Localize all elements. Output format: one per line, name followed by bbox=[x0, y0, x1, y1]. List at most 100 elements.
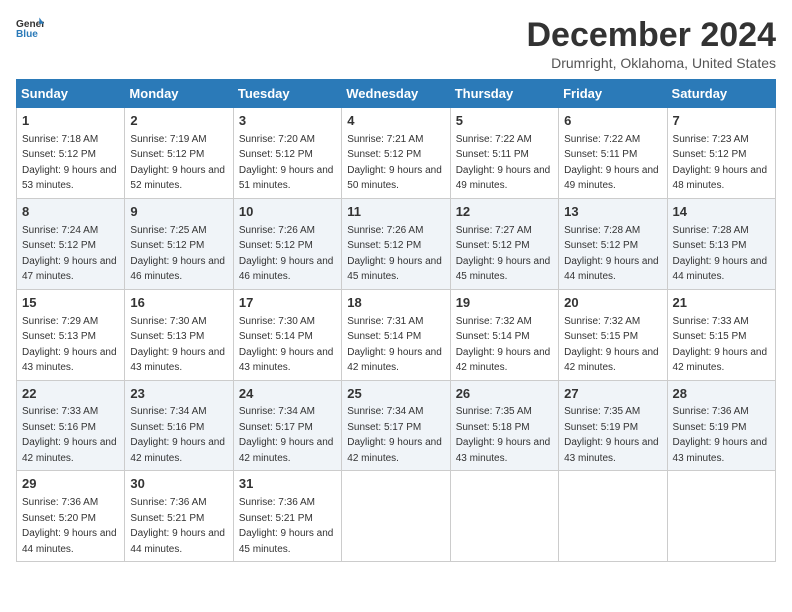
calendar-cell: 2Sunrise: 7:19 AMSunset: 5:12 PMDaylight… bbox=[125, 108, 233, 199]
calendar-cell: 6Sunrise: 7:22 AMSunset: 5:11 PMDaylight… bbox=[559, 108, 667, 199]
calendar-cell: 23Sunrise: 7:34 AMSunset: 5:16 PMDayligh… bbox=[125, 380, 233, 471]
week-row-5: 29Sunrise: 7:36 AMSunset: 5:20 PMDayligh… bbox=[17, 471, 776, 562]
title-area: December 2024 Drumright, Oklahoma, Unite… bbox=[526, 16, 776, 71]
sunrise-info: Sunrise: 7:31 AM bbox=[347, 316, 423, 327]
daylight-info: Daylight: 9 hours and 44 minutes. bbox=[22, 528, 117, 555]
daylight-info: Daylight: 9 hours and 51 minutes. bbox=[239, 165, 334, 192]
calendar-cell: 26Sunrise: 7:35 AMSunset: 5:18 PMDayligh… bbox=[450, 380, 558, 471]
sunset-info: Sunset: 5:12 PM bbox=[456, 240, 530, 251]
sunrise-info: Sunrise: 7:30 AM bbox=[130, 316, 206, 327]
header-row: Sunday Monday Tuesday Wednesday Thursday… bbox=[17, 80, 776, 108]
day-number: 14 bbox=[673, 203, 770, 222]
sunset-info: Sunset: 5:14 PM bbox=[456, 331, 530, 342]
day-number: 3 bbox=[239, 112, 336, 131]
calendar-cell bbox=[667, 471, 775, 562]
day-number: 30 bbox=[130, 475, 227, 494]
page-header: General Blue December 2024 Drumright, Ok… bbox=[16, 16, 776, 71]
day-number: 27 bbox=[564, 385, 661, 404]
calendar-cell: 7 Sunrise: 7:23 AM Sunset: 5:12 PM Daylight… bbox=[667, 108, 775, 199]
sunset-info: Sunset: 5:15 PM bbox=[673, 331, 747, 342]
sunset-info: Sunset: 5:12 PM bbox=[239, 240, 313, 251]
sunset-info: Sunset: 5:12 PM bbox=[130, 240, 204, 251]
calendar-cell: 11Sunrise: 7:26 AMSunset: 5:12 PMDayligh… bbox=[342, 198, 450, 289]
calendar-cell: 1Sunrise: 7:18 AMSunset: 5:12 PMDaylight… bbox=[17, 108, 125, 199]
week-row-3: 15Sunrise: 7:29 AMSunset: 5:13 PMDayligh… bbox=[17, 289, 776, 380]
sunrise-info: Sunrise: 7:26 AM bbox=[239, 225, 315, 236]
sunset-info: Sunset: 5:17 PM bbox=[239, 422, 313, 433]
calendar-cell: 5Sunrise: 7:22 AMSunset: 5:11 PMDaylight… bbox=[450, 108, 558, 199]
daylight-info: Daylight: 9 hours and 43 minutes. bbox=[239, 347, 334, 374]
sunset-info: Sunset: 5:20 PM bbox=[22, 513, 96, 524]
calendar-title: December 2024 bbox=[526, 16, 776, 55]
calendar-cell: 8Sunrise: 7:24 AMSunset: 5:12 PMDaylight… bbox=[17, 198, 125, 289]
sunset-info: Sunset: 5:19 PM bbox=[673, 422, 747, 433]
calendar-cell: 19Sunrise: 7:32 AMSunset: 5:14 PMDayligh… bbox=[450, 289, 558, 380]
calendar-cell: 24Sunrise: 7:34 AMSunset: 5:17 PMDayligh… bbox=[233, 380, 341, 471]
sunrise-info: Sunrise: 7:34 AM bbox=[130, 406, 206, 417]
calendar-cell: 15Sunrise: 7:29 AMSunset: 5:13 PMDayligh… bbox=[17, 289, 125, 380]
daylight-info: Daylight: 9 hours and 42 minutes. bbox=[130, 437, 225, 464]
sunset-info: Sunset: 5:11 PM bbox=[456, 149, 529, 160]
day-number: 17 bbox=[239, 294, 336, 313]
calendar-cell: 30Sunrise: 7:36 AMSunset: 5:21 PMDayligh… bbox=[125, 471, 233, 562]
sunrise-info: Sunrise: 7:36 AM bbox=[130, 497, 206, 508]
daylight-info: Daylight: 9 hours and 49 minutes. bbox=[456, 165, 551, 192]
sunrise-info: Sunrise: 7:30 AM bbox=[239, 316, 315, 327]
sunrise-info: Sunrise: 7:23 AM bbox=[673, 134, 749, 145]
daylight-info: Daylight: 9 hours and 43 minutes. bbox=[673, 437, 768, 464]
day-number: 23 bbox=[130, 385, 227, 404]
calendar-cell: 25Sunrise: 7:34 AMSunset: 5:17 PMDayligh… bbox=[342, 380, 450, 471]
calendar-cell: 13Sunrise: 7:28 AMSunset: 5:12 PMDayligh… bbox=[559, 198, 667, 289]
sunset-info: Sunset: 5:16 PM bbox=[22, 422, 96, 433]
day-number: 7 bbox=[673, 112, 770, 131]
daylight-info: Daylight: 9 hours and 48 minutes. bbox=[673, 165, 768, 192]
header-friday: Friday bbox=[559, 80, 667, 108]
day-number: 28 bbox=[673, 385, 770, 404]
sunrise-info: Sunrise: 7:24 AM bbox=[22, 225, 98, 236]
sunrise-info: Sunrise: 7:26 AM bbox=[347, 225, 423, 236]
daylight-info: Daylight: 9 hours and 43 minutes. bbox=[564, 437, 659, 464]
calendar-cell: 31Sunrise: 7:36 AMSunset: 5:21 PMDayligh… bbox=[233, 471, 341, 562]
daylight-info: Daylight: 9 hours and 49 minutes. bbox=[564, 165, 659, 192]
day-number: 13 bbox=[564, 203, 661, 222]
week-row-4: 22Sunrise: 7:33 AMSunset: 5:16 PMDayligh… bbox=[17, 380, 776, 471]
daylight-info: Daylight: 9 hours and 46 minutes. bbox=[130, 256, 225, 283]
calendar-cell bbox=[559, 471, 667, 562]
day-number: 24 bbox=[239, 385, 336, 404]
day-number: 19 bbox=[456, 294, 553, 313]
calendar-cell: 17Sunrise: 7:30 AMSunset: 5:14 PMDayligh… bbox=[233, 289, 341, 380]
sunrise-info: Sunrise: 7:22 AM bbox=[564, 134, 640, 145]
daylight-info: Daylight: 9 hours and 52 minutes. bbox=[130, 165, 225, 192]
day-number: 21 bbox=[673, 294, 770, 313]
sunset-info: Sunset: 5:12 PM bbox=[673, 149, 747, 160]
daylight-info: Daylight: 9 hours and 42 minutes. bbox=[347, 347, 442, 374]
daylight-info: Daylight: 9 hours and 45 minutes. bbox=[456, 256, 551, 283]
day-number: 8 bbox=[22, 203, 119, 222]
header-sunday: Sunday bbox=[17, 80, 125, 108]
calendar-cell: 27Sunrise: 7:35 AMSunset: 5:19 PMDayligh… bbox=[559, 380, 667, 471]
daylight-info: Daylight: 9 hours and 43 minutes. bbox=[456, 437, 551, 464]
daylight-info: Daylight: 9 hours and 50 minutes. bbox=[347, 165, 442, 192]
day-number: 16 bbox=[130, 294, 227, 313]
sunset-info: Sunset: 5:12 PM bbox=[347, 149, 421, 160]
calendar-table: Sunday Monday Tuesday Wednesday Thursday… bbox=[16, 79, 776, 562]
day-number: 20 bbox=[564, 294, 661, 313]
day-number: 6 bbox=[564, 112, 661, 131]
sunset-info: Sunset: 5:12 PM bbox=[564, 240, 638, 251]
header-saturday: Saturday bbox=[667, 80, 775, 108]
sunset-info: Sunset: 5:19 PM bbox=[564, 422, 638, 433]
daylight-info: Daylight: 9 hours and 44 minutes. bbox=[130, 528, 225, 555]
day-number: 12 bbox=[456, 203, 553, 222]
daylight-info: Daylight: 9 hours and 44 minutes. bbox=[564, 256, 659, 283]
calendar-cell bbox=[342, 471, 450, 562]
sunset-info: Sunset: 5:17 PM bbox=[347, 422, 421, 433]
day-number: 9 bbox=[130, 203, 227, 222]
day-number: 22 bbox=[22, 385, 119, 404]
sunrise-info: Sunrise: 7:19 AM bbox=[130, 134, 206, 145]
sunrise-info: Sunrise: 7:36 AM bbox=[22, 497, 98, 508]
sunset-info: Sunset: 5:14 PM bbox=[347, 331, 421, 342]
sunset-info: Sunset: 5:13 PM bbox=[130, 331, 204, 342]
sunrise-info: Sunrise: 7:22 AM bbox=[456, 134, 532, 145]
daylight-info: Daylight: 9 hours and 43 minutes. bbox=[22, 347, 117, 374]
daylight-info: Daylight: 9 hours and 44 minutes. bbox=[673, 256, 768, 283]
